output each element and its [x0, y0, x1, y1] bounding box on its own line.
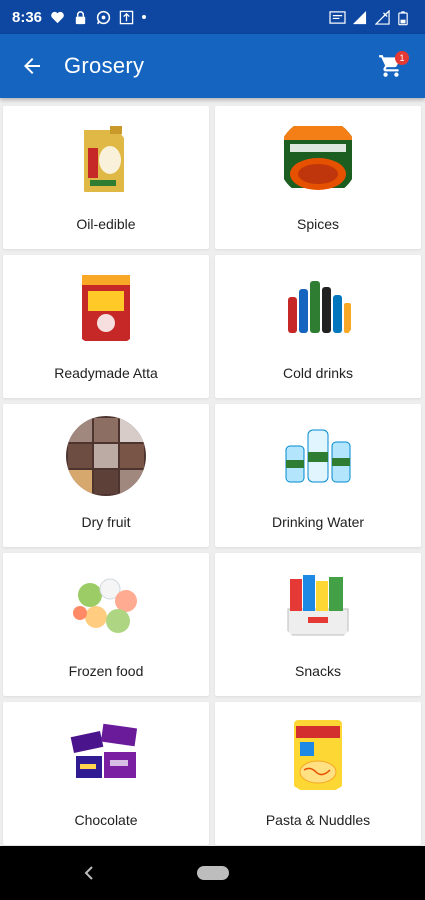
category-grid: Oil-edible Spices Readymade Atta Cold dr…: [0, 104, 425, 846]
lock-icon: [73, 10, 88, 25]
category-card-readymade-atta[interactable]: Readymade Atta: [3, 255, 209, 398]
dry-fruit-image: [66, 416, 146, 496]
bottles-image: [278, 267, 358, 347]
category-card-oil-edible[interactable]: Oil-edible: [3, 106, 209, 249]
page-title: Grosery: [64, 53, 145, 78]
frozen-veg-image: [66, 565, 146, 645]
signal-x-icon: [374, 8, 390, 25]
category-card-snacks[interactable]: Snacks: [215, 553, 421, 696]
nav-back-icon[interactable]: [82, 864, 98, 882]
category-label: Oil-edible: [76, 216, 136, 232]
category-label: Dry fruit: [81, 514, 131, 530]
battery-icon: [398, 10, 413, 25]
notification-dot: [142, 15, 147, 19]
chocolates-image: [66, 714, 146, 794]
category-label: Chocolate: [74, 812, 138, 828]
status-time: 8:36: [12, 8, 43, 26]
arrow-back-icon: [24, 58, 40, 74]
whatsapp-icon: [96, 10, 111, 25]
category-card-drinking-water[interactable]: Drinking Water: [215, 404, 421, 547]
cart-button[interactable]: 1: [371, 46, 411, 86]
category-card-dry-fruit[interactable]: Dry fruit: [3, 404, 209, 547]
oil-can-image: [66, 118, 146, 198]
category-card-cold-drinks[interactable]: Cold drinks: [215, 255, 421, 398]
category-card-spices[interactable]: Spices: [215, 106, 421, 249]
heart-icon: [50, 10, 65, 25]
category-label: Frozen food: [68, 663, 144, 679]
category-label: Pasta & Nuddles: [265, 812, 371, 828]
water-bottles-image: [278, 416, 358, 496]
category-label: Drinking Water: [271, 514, 365, 530]
noodles-pack-image: [278, 714, 358, 794]
back-button[interactable]: [0, 34, 64, 98]
category-card-frozen-food[interactable]: Frozen food: [3, 553, 209, 696]
system-nav-bar: [0, 846, 425, 900]
usb-icon: [119, 10, 134, 25]
signal-icon: [352, 10, 367, 25]
category-label: Spices: [296, 216, 340, 232]
category-card-pasta-nuddles[interactable]: Pasta & Nuddles: [215, 702, 421, 845]
wifi-calling-icon: [329, 10, 346, 25]
category-label: Snacks: [295, 663, 341, 679]
nav-home-pill[interactable]: [197, 866, 229, 880]
cart-badge: 1: [395, 51, 409, 65]
category-label: Cold drinks: [282, 365, 354, 381]
app-bar: Grosery 1: [0, 34, 425, 98]
atta-bag-image: [66, 267, 146, 347]
status-right: [329, 8, 413, 25]
status-left: 8:36: [12, 8, 147, 26]
category-label: Readymade Atta: [54, 365, 158, 381]
snacks-box-image: [278, 565, 358, 645]
category-card-chocolate[interactable]: Chocolate: [3, 702, 209, 845]
status-bar: 8:36: [0, 0, 425, 34]
spice-pack-image: [278, 118, 358, 198]
